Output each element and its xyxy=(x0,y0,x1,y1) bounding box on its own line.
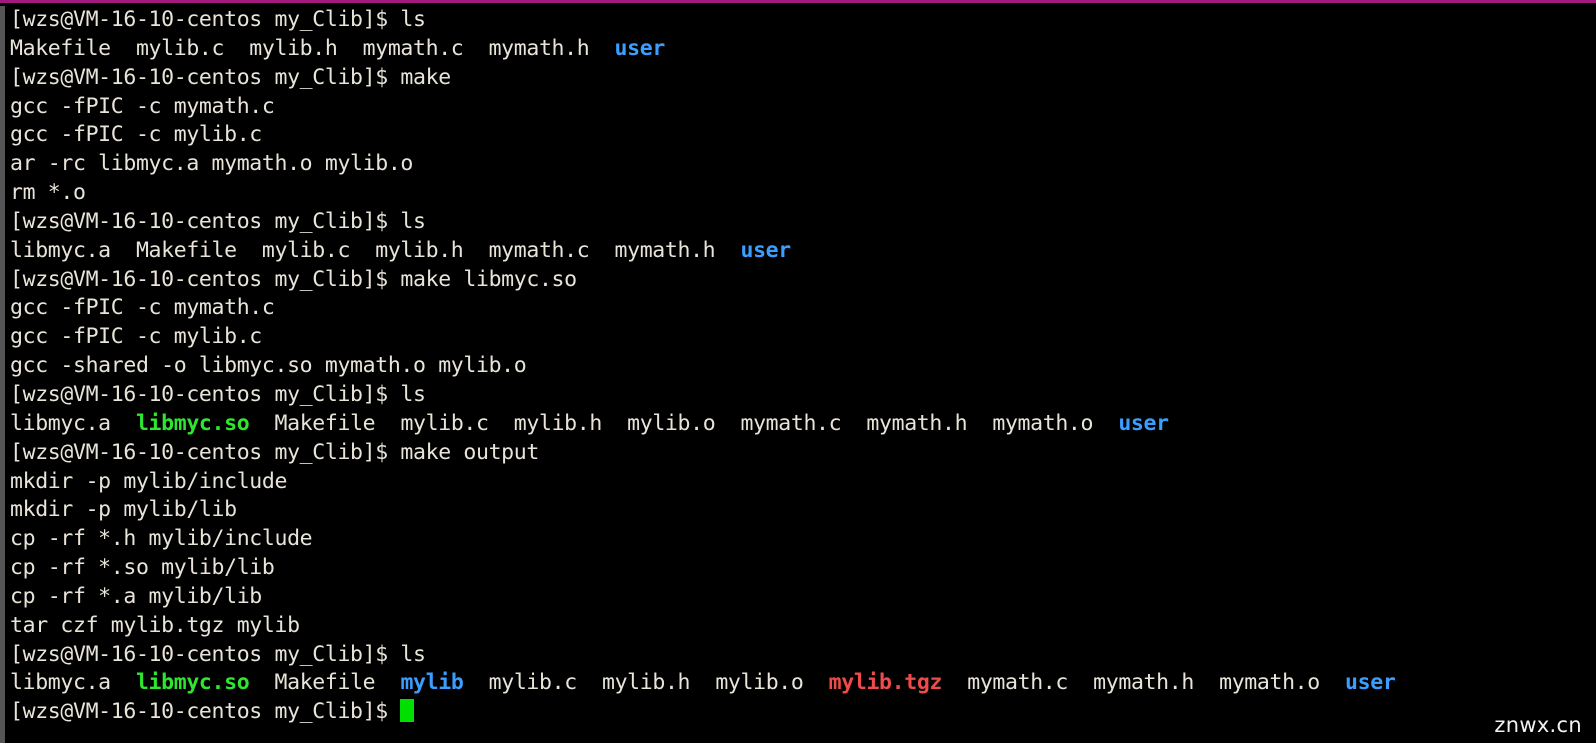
terminal-text: Makefile mylib.c mylib.h mymath.c mymath… xyxy=(10,35,615,61)
terminal-screen[interactable]: [wzs@VM-16-10-centos my_Clib]$ ls Makefil… xyxy=(0,6,1596,743)
terminal-text: cp -rf *.so mylib/lib xyxy=(10,555,275,581)
filename-shared-object: libmyc.so xyxy=(135,670,250,696)
shell-prompt: [wzs@VM-16-10-centos my_Clib]$ xyxy=(10,699,401,725)
terminal-output-line: cp -rf *.h mylib/include xyxy=(10,525,1596,554)
terminal-text: ar -rc libmyc.a mymath.o mylib.o xyxy=(10,151,414,177)
terminal-text: mkdir -p mylib/lib xyxy=(10,497,237,523)
terminal-prompt-line: [wzs@VM-16-10-centos my_Clib]$ make outp… xyxy=(10,439,1596,468)
terminal-prompt-line: [wzs@VM-16-10-centos my_Clib]$ ls xyxy=(10,381,1596,410)
shell-prompt: [wzs@VM-16-10-centos my_Clib]$ xyxy=(10,439,401,465)
terminal-text: gcc -fPIC -c mymath.c xyxy=(10,295,275,321)
shell-command: ls xyxy=(400,381,426,407)
shell-prompt: [wzs@VM-16-10-centos my_Clib]$ xyxy=(10,266,401,292)
shell-prompt: [wzs@VM-16-10-centos my_Clib]$ xyxy=(10,641,401,667)
terminal-output-line: mkdir -p mylib/include xyxy=(10,468,1596,497)
terminal-prompt-line: [wzs@VM-16-10-centos my_Clib]$ ls xyxy=(10,641,1596,670)
terminal-prompt-line: [wzs@VM-16-10-centos my_Clib]$ make xyxy=(10,64,1596,93)
shell-prompt: [wzs@VM-16-10-centos my_Clib]$ xyxy=(10,7,401,32)
terminal-output-line: libmyc.a libmyc.so Makefile mylib mylib.… xyxy=(10,669,1596,698)
terminal-output-line: mkdir -p mylib/lib xyxy=(10,496,1596,525)
terminal-prompt-line: [wzs@VM-16-10-centos my_Clib]$ xyxy=(10,698,1596,727)
terminal-text: rm *.o xyxy=(10,180,86,206)
terminal-prompt-line: [wzs@VM-16-10-centos my_Clib]$ ls xyxy=(10,208,1596,237)
terminal-text: tar czf mylib.tgz mylib xyxy=(10,612,300,638)
terminal-output-line: gcc -fPIC -c mymath.c xyxy=(10,93,1596,122)
terminal-text: cp -rf *.h mylib/include xyxy=(10,526,313,552)
terminal-output-line: gcc -shared -o libmyc.so mymath.o mylib.… xyxy=(10,352,1596,381)
shell-command: ls xyxy=(400,208,426,234)
shell-command: ls xyxy=(400,641,426,667)
filename-directory: mylib xyxy=(400,670,464,696)
terminal-prompt-line: [wzs@VM-16-10-centos my_Clib]$ ls xyxy=(10,6,1596,35)
terminal-output-line: Makefile mylib.c mylib.h mymath.c mymath… xyxy=(10,35,1596,64)
terminal-output-line: gcc -fPIC -c mymath.c xyxy=(10,294,1596,323)
terminal-text: libmyc.a Makefile mylib.c mylib.h mymath… xyxy=(10,237,741,263)
filename-archive: mylib.tgz xyxy=(828,670,943,696)
terminal-output-line: gcc -fPIC -c mylib.c xyxy=(10,121,1596,150)
terminal-text: gcc -fPIC -c mylib.c xyxy=(10,324,262,350)
shell-command: make libmyc.so xyxy=(400,266,577,292)
terminal-output-line: libmyc.a Makefile mylib.c mylib.h mymath… xyxy=(10,237,1596,266)
filename-shared-object: libmyc.so xyxy=(135,410,250,436)
terminal-window[interactable]: [wzs@VM-16-10-centos my_Clib]$ ls Makefil… xyxy=(0,0,1596,743)
terminal-text: gcc -shared -o libmyc.so mymath.o mylib.… xyxy=(10,353,527,379)
text-cursor xyxy=(400,699,414,723)
terminal-text: mylib.c mylib.h mylib.o xyxy=(463,670,829,696)
terminal-output-line: rm *.o xyxy=(10,179,1596,208)
terminal-text: mkdir -p mylib/include xyxy=(10,468,288,494)
shell-command: make xyxy=(400,64,451,90)
filename-directory: user xyxy=(740,237,791,263)
filename-directory: user xyxy=(1118,410,1169,436)
filename-directory: user xyxy=(614,35,666,61)
shell-prompt: [wzs@VM-16-10-centos my_Clib]$ xyxy=(10,381,401,407)
terminal-text: gcc -fPIC -c mymath.c xyxy=(10,93,275,119)
shell-command: ls xyxy=(400,7,426,32)
terminal-text: gcc -fPIC -c mylib.c xyxy=(10,122,262,148)
shell-command: make output xyxy=(400,439,539,465)
terminal-text: Makefile xyxy=(249,670,401,696)
terminal-text: libmyc.a xyxy=(10,670,136,696)
terminal-text: Makefile mylib.c mylib.h mylib.o mymath.… xyxy=(249,410,1119,436)
watermark-label: znwx.cn xyxy=(1494,713,1582,737)
terminal-text: mymath.c mymath.h mymath.o xyxy=(942,670,1346,696)
terminal-output-line: cp -rf *.a mylib/lib xyxy=(10,583,1596,612)
shell-prompt: [wzs@VM-16-10-centos my_Clib]$ xyxy=(10,64,401,90)
shell-prompt: [wzs@VM-16-10-centos my_Clib]$ xyxy=(10,208,401,234)
terminal-prompt-line: [wzs@VM-16-10-centos my_Clib]$ make libm… xyxy=(10,266,1596,295)
terminal-output-line: gcc -fPIC -c mylib.c xyxy=(10,323,1596,352)
terminal-output-line: cp -rf *.so mylib/lib xyxy=(10,554,1596,583)
terminal-text: cp -rf *.a mylib/lib xyxy=(10,583,262,609)
terminal-output-line: libmyc.a libmyc.so Makefile mylib.c myli… xyxy=(10,410,1596,439)
filename-directory: user xyxy=(1345,670,1396,696)
terminal-text: libmyc.a xyxy=(10,410,136,436)
terminal-output-line: ar -rc libmyc.a mymath.o mylib.o xyxy=(10,150,1596,179)
terminal-output-line: tar czf mylib.tgz mylib xyxy=(10,612,1596,641)
